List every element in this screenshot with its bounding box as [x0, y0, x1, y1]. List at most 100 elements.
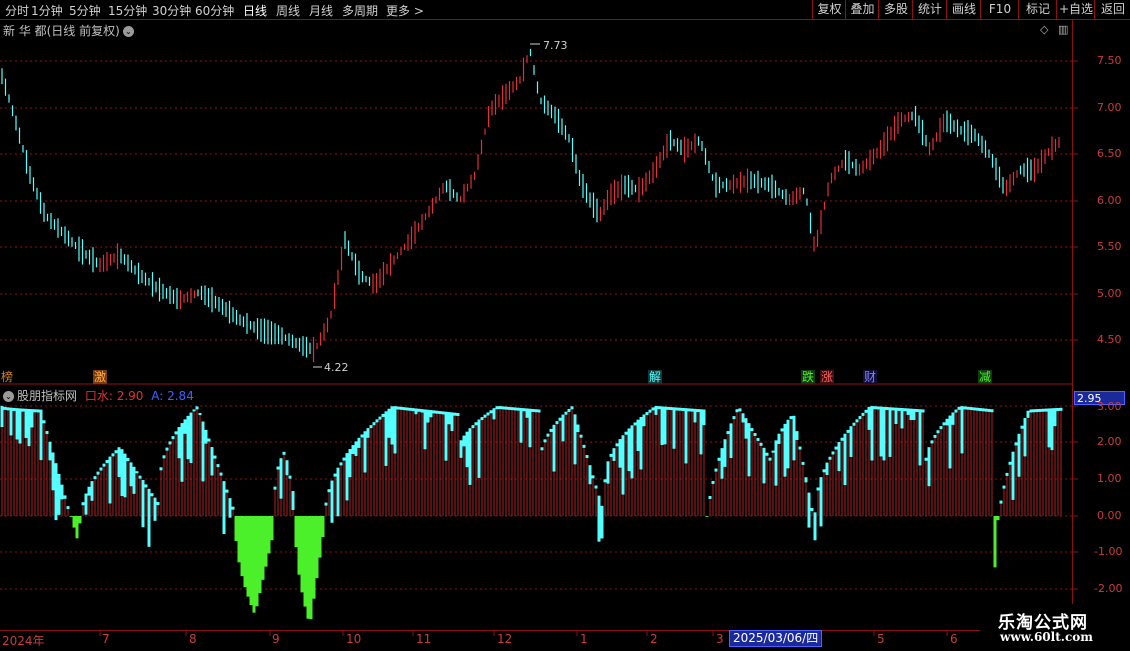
indicator-cap	[756, 437, 760, 441]
price-tick: 5.50	[1097, 240, 1122, 253]
indicator-cap	[930, 440, 934, 444]
indicator-cap	[435, 410, 439, 414]
indicator-cap	[111, 453, 115, 457]
indicator-cap	[963, 406, 967, 410]
indicator-negative-bar	[321, 516, 325, 538]
indicator-cap	[957, 406, 961, 410]
indicator-cap	[597, 495, 601, 542]
panel-toggle-icon[interactable]: ▥	[1058, 23, 1068, 36]
indicator-cap	[759, 442, 763, 446]
date-label: 7	[102, 632, 110, 646]
indicator-cap	[1011, 451, 1015, 500]
indicator-negative-bar	[78, 516, 82, 524]
indicator-cap	[36, 409, 40, 413]
date-label: 2024年	[2, 634, 45, 648]
chevron-down-icon[interactable]: ⌄	[3, 391, 14, 402]
indicator-cap	[1023, 418, 1027, 457]
indicator-cap	[3, 406, 7, 410]
indicator-cap	[900, 408, 904, 429]
indicator-cap	[63, 495, 67, 499]
indicator-cap	[669, 407, 673, 411]
signal-mark[interactable]: 激	[93, 370, 108, 384]
indicator-cap	[942, 422, 946, 426]
indicator-cap	[519, 407, 523, 443]
indicator-cap	[513, 407, 517, 411]
indicator-negative-bar	[294, 516, 298, 548]
indicator-cap	[501, 406, 505, 410]
indicator-cap	[867, 406, 871, 430]
indicator-cap	[681, 407, 685, 411]
indicator-cap	[891, 407, 895, 411]
cursor-date-badge: 2025/03/06/四	[729, 630, 823, 647]
indicator-cap	[570, 406, 574, 410]
price-tick: 5.00	[1097, 287, 1122, 300]
chevron-down-icon[interactable]: ⌄	[122, 26, 134, 37]
indicator-cap	[786, 419, 790, 469]
indicator-cap	[207, 438, 211, 442]
indicator-cap	[285, 460, 289, 476]
signal-mark[interactable]: 减	[978, 370, 993, 384]
indicator-negative-bar	[297, 516, 301, 575]
indicator-cap	[453, 412, 457, 416]
indicator-cap	[1029, 409, 1033, 413]
indicator-cap	[381, 413, 385, 417]
indicator-cap	[117, 447, 121, 478]
indicator-cap	[225, 489, 229, 493]
indicator-cap	[564, 411, 568, 415]
indicator-cap	[528, 408, 532, 448]
indicator-cap	[348, 448, 352, 478]
indicator-cap	[162, 455, 166, 459]
indicator-cap	[1002, 485, 1006, 489]
indicator-cap	[762, 447, 766, 484]
signal-mark[interactable]: 榜	[0, 370, 14, 384]
indicator-negative-bar	[234, 516, 238, 542]
indicator-cap	[1032, 409, 1036, 413]
indicator-cap	[633, 422, 637, 426]
indicator-cap	[807, 492, 811, 528]
indicator-cap	[273, 486, 277, 490]
indicator-cap	[99, 467, 103, 471]
indicator-negative-bar	[69, 516, 73, 517]
indicator-tick: 1.00	[1097, 472, 1122, 485]
indicator-cap	[12, 407, 16, 411]
signal-mark[interactable]: 涨	[820, 370, 835, 384]
signal-mark[interactable]: 财	[863, 370, 878, 384]
indicator-cap	[33, 409, 37, 413]
indicator-cap	[879, 406, 883, 457]
indicator-cap	[981, 408, 985, 412]
indicator-cap	[141, 480, 145, 528]
indicator-cap	[219, 472, 223, 476]
diamond-icon[interactable]: ◇	[1040, 23, 1048, 36]
indicator-cap	[1014, 442, 1018, 446]
indicator-negative-bar	[252, 516, 256, 613]
indicator-cap	[480, 417, 484, 421]
indicator-cap	[474, 422, 478, 426]
indicator-cap	[1041, 408, 1045, 412]
indicator-tick: -1.00	[1094, 545, 1123, 558]
indicator-cap	[126, 458, 130, 462]
kline-chart[interactable]	[0, 0, 1130, 650]
indicator-cap	[291, 491, 295, 510]
indicator-cap	[102, 463, 106, 467]
indicator-cap	[132, 466, 136, 494]
indicator-cap	[414, 408, 418, 415]
indicator-cap	[987, 408, 991, 412]
indicator-cap	[1053, 408, 1057, 427]
indicator-cap	[522, 408, 526, 412]
indicator-cap	[984, 408, 988, 412]
indicator-cap	[792, 415, 796, 461]
signal-mark[interactable]: 跌	[801, 370, 816, 384]
indicator-cap	[582, 444, 586, 448]
indicator-negative-bar	[255, 516, 259, 607]
indicator-cap	[999, 500, 1003, 504]
indicator-cap	[738, 408, 742, 412]
indicator-cap	[486, 412, 490, 416]
indicator-cap	[711, 480, 715, 484]
indicator-cap	[906, 408, 910, 415]
indicator-negative-bar	[243, 516, 247, 588]
indicator-cap	[516, 407, 520, 411]
indicator-tick: 2.00	[1097, 435, 1122, 448]
signal-mark[interactable]: 解	[648, 370, 663, 384]
indicator-cap	[108, 456, 112, 504]
indicator-cap	[546, 433, 550, 437]
